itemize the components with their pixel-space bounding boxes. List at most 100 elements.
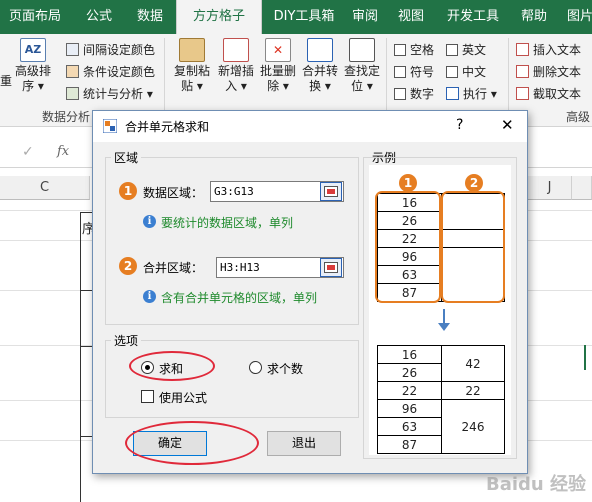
radio-count-label[interactable]: 求个数 bbox=[267, 360, 303, 377]
example-sum-cell: 22 bbox=[441, 381, 505, 400]
down-arrow-head-icon bbox=[438, 323, 450, 331]
symbol-label: 符号 bbox=[410, 65, 435, 79]
data-region-picker-button[interactable] bbox=[320, 182, 342, 201]
checkbox-symbol[interactable]: 符号 bbox=[394, 62, 434, 82]
star-icon bbox=[446, 87, 459, 100]
app-icon bbox=[103, 119, 117, 133]
annotation-ellipse bbox=[125, 421, 259, 465]
extract-text-label: 截取文本 bbox=[533, 87, 582, 101]
checkbox-icon bbox=[394, 44, 406, 56]
radio-count[interactable] bbox=[249, 361, 262, 374]
data-region-hint: 要统计的数据区域，单列 bbox=[161, 216, 294, 230]
extract-text-icon bbox=[516, 87, 529, 100]
merge-region-picker-button[interactable] bbox=[320, 258, 342, 277]
grid-color-icon bbox=[66, 43, 79, 56]
interval-color-label: 间隔设定颜色 bbox=[83, 43, 156, 57]
sort-az-icon: AZ bbox=[20, 38, 46, 62]
table-border bbox=[80, 212, 81, 502]
use-formula-label[interactable]: 使用公式 bbox=[159, 389, 207, 406]
insert-function-icon[interactable]: fx bbox=[57, 144, 69, 159]
info-icon: i bbox=[143, 215, 156, 228]
checkbox-icon bbox=[394, 66, 406, 78]
copy-paste-button[interactable]: 复制粘 贴 ▾ bbox=[170, 38, 214, 94]
checkbox-chinese[interactable]: 中文 bbox=[446, 62, 486, 82]
checkbox-icon bbox=[394, 88, 406, 100]
column-letter: C bbox=[39, 180, 50, 195]
column-header-k[interactable] bbox=[572, 176, 592, 200]
example-value-cell: 26 bbox=[377, 363, 442, 382]
find-locate-label: 查找定 bbox=[343, 64, 380, 78]
find-locate-button[interactable]: 查找定 位 ▾ bbox=[340, 38, 384, 94]
tab-review[interactable]: 审阅 bbox=[342, 0, 388, 34]
confirm-check-icon[interactable]: ✓ bbox=[22, 144, 34, 160]
example-step-2-badge: 2 bbox=[465, 174, 483, 192]
tab-diy-toolbox[interactable]: DIY工具箱 bbox=[262, 0, 346, 34]
ribbon-tab-bar: 页面布局 公式 数据 方方格子 DIY工具箱 审阅 视图 开发工具 帮助 图片 bbox=[0, 0, 592, 34]
advanced-sort-button[interactable]: AZ 高级排 序 ▾ bbox=[12, 38, 54, 94]
group-label-data-analysis: 数据分析 bbox=[42, 110, 91, 124]
column-header-j[interactable]: J bbox=[528, 176, 572, 200]
find-magnifier-icon bbox=[349, 38, 375, 62]
region-legend: 区域 bbox=[111, 149, 142, 166]
extract-text-button[interactable]: 截取文本 bbox=[516, 84, 581, 104]
data-region-label: 数据区域： bbox=[143, 186, 204, 200]
range-select-icon-mark bbox=[327, 189, 335, 194]
use-formula-checkbox[interactable] bbox=[141, 390, 154, 403]
batch-delete-button[interactable]: ✕ 批量删 除 ▾ bbox=[256, 38, 300, 94]
stats-analysis-button[interactable]: 统计与分析 ▾ bbox=[66, 84, 153, 104]
example-value-cell: 96 bbox=[377, 399, 442, 418]
stats-icon bbox=[66, 87, 79, 100]
highlight-merge-column bbox=[441, 191, 505, 303]
exit-button[interactable]: 退出 bbox=[267, 431, 341, 456]
execute-label: 执行 bbox=[463, 87, 488, 101]
insert-text-label: 插入文本 bbox=[533, 43, 582, 57]
options-legend: 选项 bbox=[111, 332, 142, 349]
batch-delete-label: 批量删 bbox=[259, 64, 296, 78]
execute-button[interactable]: 执行 ▾ bbox=[446, 84, 497, 104]
table-row: 22 22 bbox=[377, 381, 505, 400]
english-label: 英文 bbox=[462, 43, 487, 57]
insert-text-button[interactable]: 插入文本 bbox=[516, 40, 581, 60]
dialog-titlebar: 合并单元格求和 ? ✕ bbox=[93, 111, 527, 142]
batch-delete-label-2: 除 bbox=[267, 79, 280, 93]
merge-convert-button[interactable]: 合并转 换 ▾ bbox=[298, 38, 342, 94]
dialog-title: 合并单元格求和 bbox=[125, 120, 210, 134]
stats-analysis-label: 统计与分析 bbox=[83, 87, 144, 101]
checkbox-english[interactable]: 英文 bbox=[446, 40, 486, 60]
delete-text-label: 删除文本 bbox=[533, 65, 582, 79]
conditional-color-button[interactable]: 条件设定颜色 bbox=[66, 62, 155, 82]
delete-rows-icon: ✕ bbox=[265, 38, 291, 62]
checkbox-digit[interactable]: 数字 bbox=[394, 84, 434, 104]
merge-cell-sum-dialog: 合并单元格求和 ? ✕ 区域 1 数据区域： G3:G13 i 要统计的数据区域… bbox=[92, 110, 528, 474]
delete-text-icon bbox=[516, 65, 529, 78]
interval-color-button[interactable]: 间隔设定颜色 bbox=[66, 40, 155, 60]
tab-picture[interactable]: 图片 bbox=[560, 0, 592, 34]
tab-view[interactable]: 视图 bbox=[388, 0, 434, 34]
tab-fangfang[interactable]: 方方格子 bbox=[176, 0, 262, 34]
range-select-icon-mark bbox=[327, 265, 335, 270]
merge-convert-label-2: 换 bbox=[309, 79, 322, 93]
tab-formulas[interactable]: 公式 bbox=[74, 0, 124, 34]
close-icon[interactable]: ✕ bbox=[501, 116, 514, 134]
partial-button-left[interactable]: 重 bbox=[0, 74, 13, 89]
example-value-cell: 16 bbox=[377, 345, 442, 364]
new-insert-button[interactable]: 新增插 入 ▾ bbox=[214, 38, 258, 94]
delete-text-button[interactable]: 删除文本 bbox=[516, 62, 581, 82]
tab-developer[interactable]: 开发工具 bbox=[438, 0, 508, 34]
copy-paste-label-2: 贴 bbox=[181, 79, 194, 93]
checkbox-space[interactable]: 空格 bbox=[394, 40, 434, 60]
help-icon[interactable]: ? bbox=[456, 117, 463, 133]
watermark-logo: Baidu 经验 bbox=[485, 474, 586, 495]
tab-help[interactable]: 帮助 bbox=[512, 0, 556, 34]
space-label: 空格 bbox=[410, 43, 435, 57]
tab-data[interactable]: 数据 bbox=[126, 0, 174, 34]
tab-page-layout[interactable]: 页面布局 bbox=[0, 0, 70, 34]
digit-label: 数字 bbox=[410, 87, 435, 101]
info-icon: i bbox=[143, 290, 156, 303]
advanced-sort-label: 高级排 bbox=[14, 64, 51, 78]
partial-label: 重 bbox=[0, 74, 13, 88]
column-header-c[interactable]: C bbox=[0, 176, 90, 200]
step-2-badge: 2 bbox=[119, 257, 137, 275]
checkbox-icon bbox=[446, 66, 458, 78]
table-row: 96 246 bbox=[377, 399, 505, 454]
